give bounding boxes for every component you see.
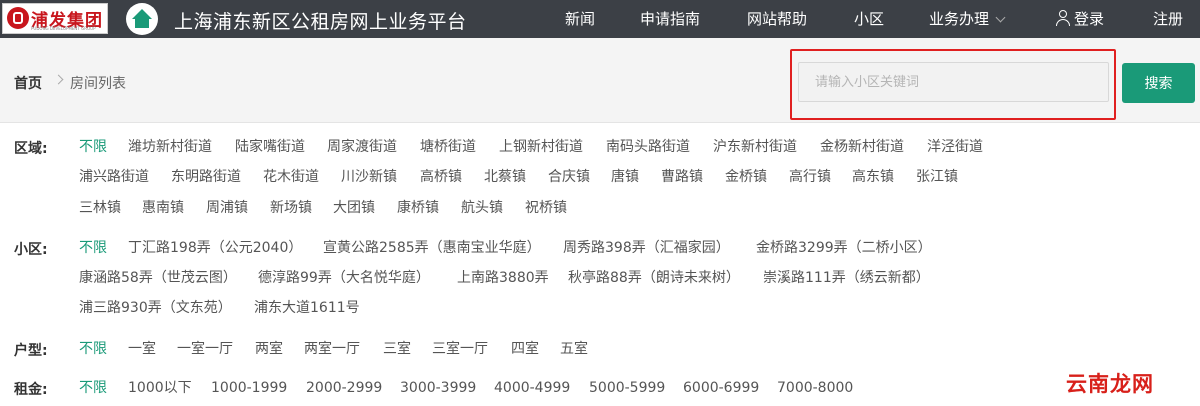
house-icon[interactable] [126, 3, 158, 35]
district-option[interactable]: 三林镇 [79, 199, 121, 217]
watermark: 云南龙网 [1066, 372, 1154, 396]
district-option[interactable]: 北蔡镇 [484, 168, 526, 186]
community-option[interactable]: 宣黄公路2585弄（惠南宝业华庭） [323, 239, 541, 257]
community-option[interactable]: 秋亭路88弄（朗诗未来树） [568, 269, 740, 287]
district-option[interactable]: 惠南镇 [142, 199, 184, 217]
filter-label-layout: 户型: [14, 343, 48, 359]
layout-option[interactable]: 两室一厅 [304, 340, 360, 358]
layout-option[interactable]: 两室 [255, 340, 283, 358]
community-option[interactable]: 浦东大道1611号 [254, 299, 360, 317]
search-button[interactable]: 搜索 [1122, 63, 1195, 103]
community-option[interactable]: 德淳路99弄（大名悦华庭） [258, 269, 430, 287]
district-option[interactable]: 祝桥镇 [525, 199, 567, 217]
district-option[interactable]: 金杨新村街道 [820, 138, 904, 156]
district-option[interactable]: 花木街道 [263, 168, 319, 186]
layout-option[interactable]: 一室一厅 [177, 340, 233, 358]
breadcrumb-current: 房间列表 [70, 76, 126, 92]
district-option[interactable]: 高行镇 [789, 168, 831, 186]
nav-register[interactable]: 注册 [1153, 10, 1183, 28]
rent-option[interactable]: 1000-1999 [211, 379, 287, 397]
district-option[interactable]: 浦兴路街道 [79, 168, 149, 186]
nav-news[interactable]: 新闻 [565, 10, 595, 28]
rent-option[interactable]: 7000-8000 [777, 379, 853, 397]
breadcrumb-home[interactable]: 首页 [14, 73, 42, 93]
community-option[interactable]: 上南路3880弄 [457, 269, 549, 287]
nav-login-label: 登录 [1074, 10, 1105, 28]
user-icon [1056, 10, 1070, 26]
nav-community[interactable]: 小区 [854, 10, 884, 28]
layout-option[interactable]: 不限 [79, 340, 107, 358]
rent-option[interactable]: 5000-5999 [589, 379, 665, 397]
search-input[interactable] [798, 62, 1109, 102]
district-option[interactable]: 周家渡街道 [327, 138, 397, 156]
community-option[interactable]: 康涵路58弄（世茂云图） [79, 269, 237, 287]
rent-option[interactable]: 3000-3999 [400, 379, 476, 397]
filter-label-rent: 租金: [14, 382, 48, 398]
community-option[interactable]: 崇溪路111弄（绣云新都） [763, 269, 930, 287]
district-option[interactable]: 合庆镇 [548, 168, 590, 186]
district-option[interactable]: 不限 [79, 138, 107, 156]
district-option[interactable]: 康桥镇 [397, 199, 439, 217]
district-option[interactable]: 沪东新村街道 [713, 138, 797, 156]
district-option[interactable]: 周浦镇 [206, 199, 248, 217]
layout-option[interactable]: 五室 [560, 340, 588, 358]
nav-help[interactable]: 网站帮助 [747, 10, 807, 28]
community-option[interactable]: 浦三路930弄（文东苑） [79, 299, 232, 317]
filter-label-district: 区域: [14, 141, 48, 157]
district-option[interactable]: 金桥镇 [725, 168, 767, 186]
rent-option[interactable]: 6000-6999 [683, 379, 759, 397]
district-option[interactable]: 张江镇 [916, 168, 958, 186]
district-option[interactable]: 曹路镇 [661, 168, 703, 186]
chevron-down-icon [995, 12, 1006, 23]
district-option[interactable]: 上钢新村街道 [499, 138, 583, 156]
district-option[interactable]: 东明路街道 [171, 168, 241, 186]
top-navbar: 浦发集团 PUDONG DEVELOPMENT GROUP 上海浦东新区公租房网… [0, 0, 1200, 38]
district-option[interactable]: 陆家嘴街道 [235, 138, 305, 156]
layout-option[interactable]: 三室一厅 [432, 340, 488, 358]
filter-label-community: 小区: [14, 242, 48, 258]
layout-option[interactable]: 四室 [511, 340, 539, 358]
district-option[interactable]: 唐镇 [611, 168, 639, 186]
district-option[interactable]: 航头镇 [461, 199, 503, 217]
district-option[interactable]: 新场镇 [270, 199, 312, 217]
brand-logo[interactable]: 浦发集团 PUDONG DEVELOPMENT GROUP [2, 3, 108, 34]
district-option[interactable]: 川沙新镇 [341, 168, 397, 186]
site-title[interactable]: 上海浦东新区公租房网上业务平台 [174, 7, 467, 34]
community-option[interactable]: 不限 [79, 239, 107, 257]
layout-option[interactable]: 三室 [383, 340, 411, 358]
district-option[interactable]: 高东镇 [852, 168, 894, 186]
nav-login[interactable]: 登录 [1056, 10, 1104, 28]
district-option[interactable]: 大团镇 [333, 199, 375, 217]
rent-option[interactable]: 1000以下 [128, 379, 192, 397]
district-option[interactable]: 洋泾街道 [927, 138, 983, 156]
layout-option[interactable]: 一室 [128, 340, 156, 358]
brand-logo-icon [7, 7, 29, 29]
rent-option[interactable]: 2000-2999 [306, 379, 382, 397]
rent-option[interactable]: 不限 [79, 379, 107, 397]
nav-business-label: 业务办理 [929, 10, 990, 28]
brand-subtitle: PUDONG DEVELOPMENT GROUP [31, 26, 96, 31]
nav-business-dropdown[interactable]: 业务办理 [929, 10, 1006, 28]
district-option[interactable]: 潍坊新村街道 [128, 138, 212, 156]
district-option[interactable]: 塘桥街道 [420, 138, 476, 156]
community-option[interactable]: 丁汇路198弄（公元2040） [128, 239, 302, 257]
rent-option[interactable]: 4000-4999 [494, 379, 570, 397]
district-option[interactable]: 高桥镇 [420, 168, 462, 186]
community-option[interactable]: 周秀路398弄（汇福家园） [563, 239, 730, 257]
community-option[interactable]: 金桥路3299弄（二桥小区） [756, 239, 932, 257]
nav-guide[interactable]: 申请指南 [640, 10, 700, 28]
district-option[interactable]: 南码头路街道 [606, 138, 690, 156]
